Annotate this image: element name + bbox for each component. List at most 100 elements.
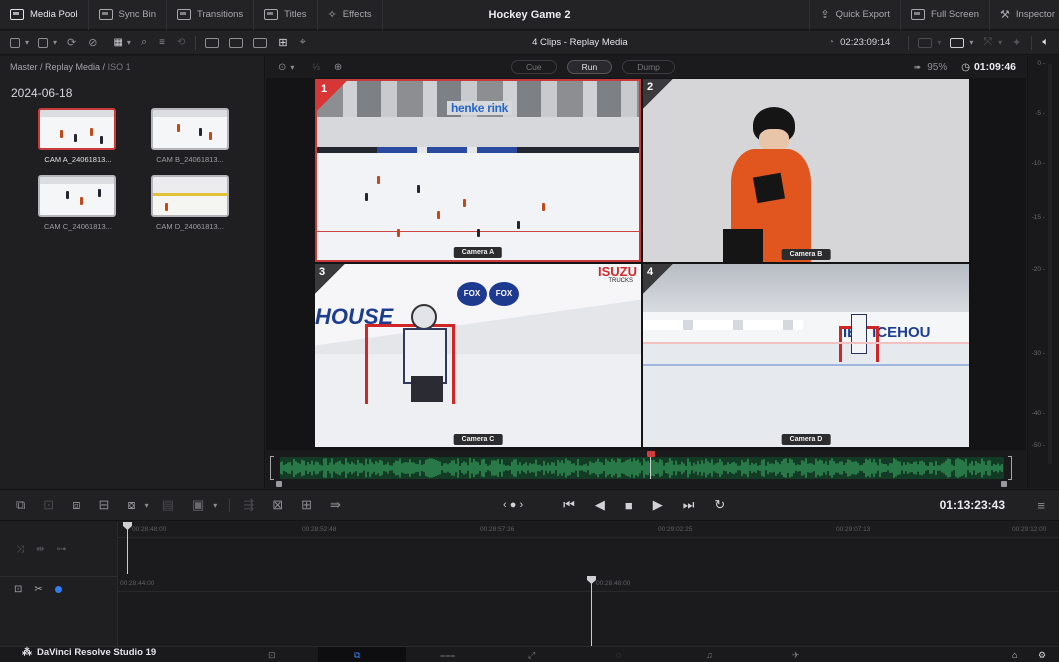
grid-view-icon[interactable]: ▦: [113, 37, 122, 48]
menu-icon[interactable]: ≡: [1037, 498, 1045, 513]
layout-single-icon[interactable]: [205, 37, 220, 48]
breadcrumb-path[interactable]: Master / Replay Media /: [10, 62, 105, 72]
fairlight-page-icon[interactable]: ♫: [706, 650, 713, 660]
camera-a-view[interactable]: henke rink 1 Camera A: [315, 79, 641, 262]
chevron-down-icon[interactable]: ▾: [213, 501, 217, 510]
clip-thumbnail-cam-a[interactable]: [38, 108, 116, 150]
fusion-page-icon[interactable]: ⤢: [528, 650, 535, 661]
go-to-start-icon[interactable]: ⏮: [563, 497, 575, 513]
chevron-down-icon[interactable]: ▾: [969, 38, 973, 47]
in-bracket[interactable]: [270, 456, 274, 480]
clip-name: CAM C_24061813...: [44, 222, 112, 231]
zoom-custom-icon[interactable]: ⇹: [36, 544, 44, 555]
insert-clip-icon[interactable]: ⧉: [16, 497, 25, 513]
upper-playhead-line: [127, 528, 128, 574]
link-icon[interactable]: ⊘: [88, 36, 97, 49]
clip-thumbnail-cam-d[interactable]: [151, 175, 229, 217]
color-page-icon[interactable]: ◌: [616, 650, 621, 660]
chevron-down-icon[interactable]: ▾: [53, 38, 57, 47]
place-on-top-icon[interactable]: ⧇: [127, 497, 135, 513]
marker-icon[interactable]: ⊕: [334, 62, 342, 73]
source-overwrite-icon[interactable]: ▣: [192, 497, 204, 513]
inspector-button[interactable]: ⚒ Inspector: [990, 0, 1059, 30]
transitions-button[interactable]: Transitions: [167, 0, 255, 30]
upper-ruler[interactable]: [118, 522, 1059, 538]
full-screen-button[interactable]: Full Screen: [901, 0, 991, 30]
fx-icon[interactable]: ✦: [1012, 36, 1021, 49]
output-icon[interactable]: [950, 37, 965, 48]
clip-thumbnail-cam-b[interactable]: [151, 108, 229, 150]
stop-icon[interactable]: ■: [625, 498, 633, 513]
replace-clip-icon[interactable]: ⊡: [43, 497, 54, 513]
replay-append-icon[interactable]: ⊞: [301, 497, 312, 513]
media-page-icon[interactable]: ⊡: [268, 650, 276, 661]
scrub-playhead[interactable]: [647, 451, 655, 457]
replay-insert-icon[interactable]: ⇛: [330, 497, 341, 513]
razor-icon[interactable]: ✂: [34, 584, 42, 595]
search-icon[interactable]: ⌕: [141, 36, 147, 49]
chevron-down-icon[interactable]: ▾: [290, 63, 294, 72]
sync-icon[interactable]: ⟳: [67, 36, 76, 49]
clip-thumbnail-cam-c[interactable]: [38, 175, 116, 217]
chevron-down-icon[interactable]: ▾: [937, 38, 941, 47]
cue-button[interactable]: Cue: [511, 60, 557, 74]
chevron-down-icon[interactable]: ▾: [998, 38, 1002, 47]
monitor-icon[interactable]: [918, 37, 933, 48]
play-icon[interactable]: ▶: [653, 497, 663, 513]
zoom-level[interactable]: 95%: [927, 62, 947, 73]
home-icon[interactable]: ⌂: [1012, 650, 1017, 660]
camera-c-view[interactable]: HOUSE FOX FOX ISUZU TRUCKS 3 Camera C: [315, 264, 641, 447]
layout-multi-icon[interactable]: [253, 37, 268, 48]
range-end-handle[interactable]: [1001, 481, 1007, 487]
view-mode-icon[interactable]: ⊙: [278, 62, 286, 73]
overwrite-clip-icon[interactable]: ⧈: [72, 497, 80, 513]
clip-view-icon[interactable]: [38, 37, 49, 48]
settings-gear-icon[interactable]: ⚙: [1038, 650, 1046, 661]
sponsor-sub: TRUCKS: [608, 278, 633, 284]
quick-export-button[interactable]: ⇪ Quick Export: [809, 0, 901, 30]
ripple-icon[interactable]: ▤: [162, 497, 174, 513]
pin-icon[interactable]: ⌖: [300, 36, 306, 49]
cut-page-icon[interactable]: ⧉: [354, 650, 360, 661]
effects-button[interactable]: ✧ Effects: [318, 0, 383, 30]
media-pool-button[interactable]: Media Pool: [0, 0, 89, 30]
angle-icon[interactable]: ⅓: [312, 62, 320, 72]
camera-label: Camera A: [453, 247, 503, 258]
loop-icon[interactable]: ↻: [714, 497, 725, 513]
titles-button[interactable]: Titles: [254, 0, 318, 30]
viewer-header: ⊙ ▾ ⅓ ⊕ Cue Run Dump ➠ 95% ◷ 01:09:46: [266, 56, 1026, 78]
replay-overwrite-icon[interactable]: ⊠: [272, 497, 283, 513]
camera-d-view[interactable]: IEN ICEHOU 4 Camera D: [643, 264, 969, 447]
append-clip-icon[interactable]: ⊟: [98, 497, 109, 513]
speaker-icon[interactable]: 🔈︎: [1042, 36, 1049, 49]
refresh-icon[interactable]: ⟲: [177, 37, 185, 48]
layout-dual-icon[interactable]: [229, 37, 244, 48]
quad-view-icon[interactable]: ⊞: [278, 36, 287, 49]
chevron-down-icon[interactable]: ▾: [145, 501, 149, 510]
dump-button[interactable]: Dump: [622, 60, 675, 74]
sort-icon[interactable]: ≡: [159, 37, 165, 48]
panel-toggle-icon[interactable]: [10, 37, 20, 48]
go-to-end-icon[interactable]: ⏭: [683, 497, 695, 513]
transform-icon[interactable]: ⤧: [983, 36, 992, 49]
sync-bin-button[interactable]: Sync Bin: [89, 0, 168, 30]
jog-control[interactable]: ‹ ● ›: [503, 499, 523, 511]
zoom-in-icon[interactable]: ⤨: [16, 544, 24, 555]
deliver-page-icon[interactable]: ✈: [792, 650, 800, 661]
out-bracket[interactable]: [1008, 456, 1012, 480]
chevron-down-icon[interactable]: ▾: [127, 38, 131, 47]
active-page-highlight: [318, 647, 406, 662]
meter-tick: -50 -: [1031, 442, 1045, 449]
run-button[interactable]: Run: [566, 60, 613, 74]
edit-page-icon[interactable]: ⩶: [440, 650, 455, 661]
audio-waveform[interactable]: [280, 457, 1004, 479]
range-start-handle[interactable]: [276, 481, 282, 487]
camera-b-view[interactable]: 2 Camera B: [643, 79, 969, 262]
trim-icon[interactable]: ⇶: [243, 497, 254, 513]
play-reverse-icon[interactable]: ◀: [595, 497, 605, 513]
video-track-icon[interactable]: ⊡: [14, 584, 22, 595]
zoom-fit-icon[interactable]: ⊶: [56, 544, 66, 555]
sync-bin-icon: [98, 9, 113, 20]
track-color-dot[interactable]: [54, 586, 62, 593]
chevron-down-icon[interactable]: ▾: [25, 38, 29, 47]
